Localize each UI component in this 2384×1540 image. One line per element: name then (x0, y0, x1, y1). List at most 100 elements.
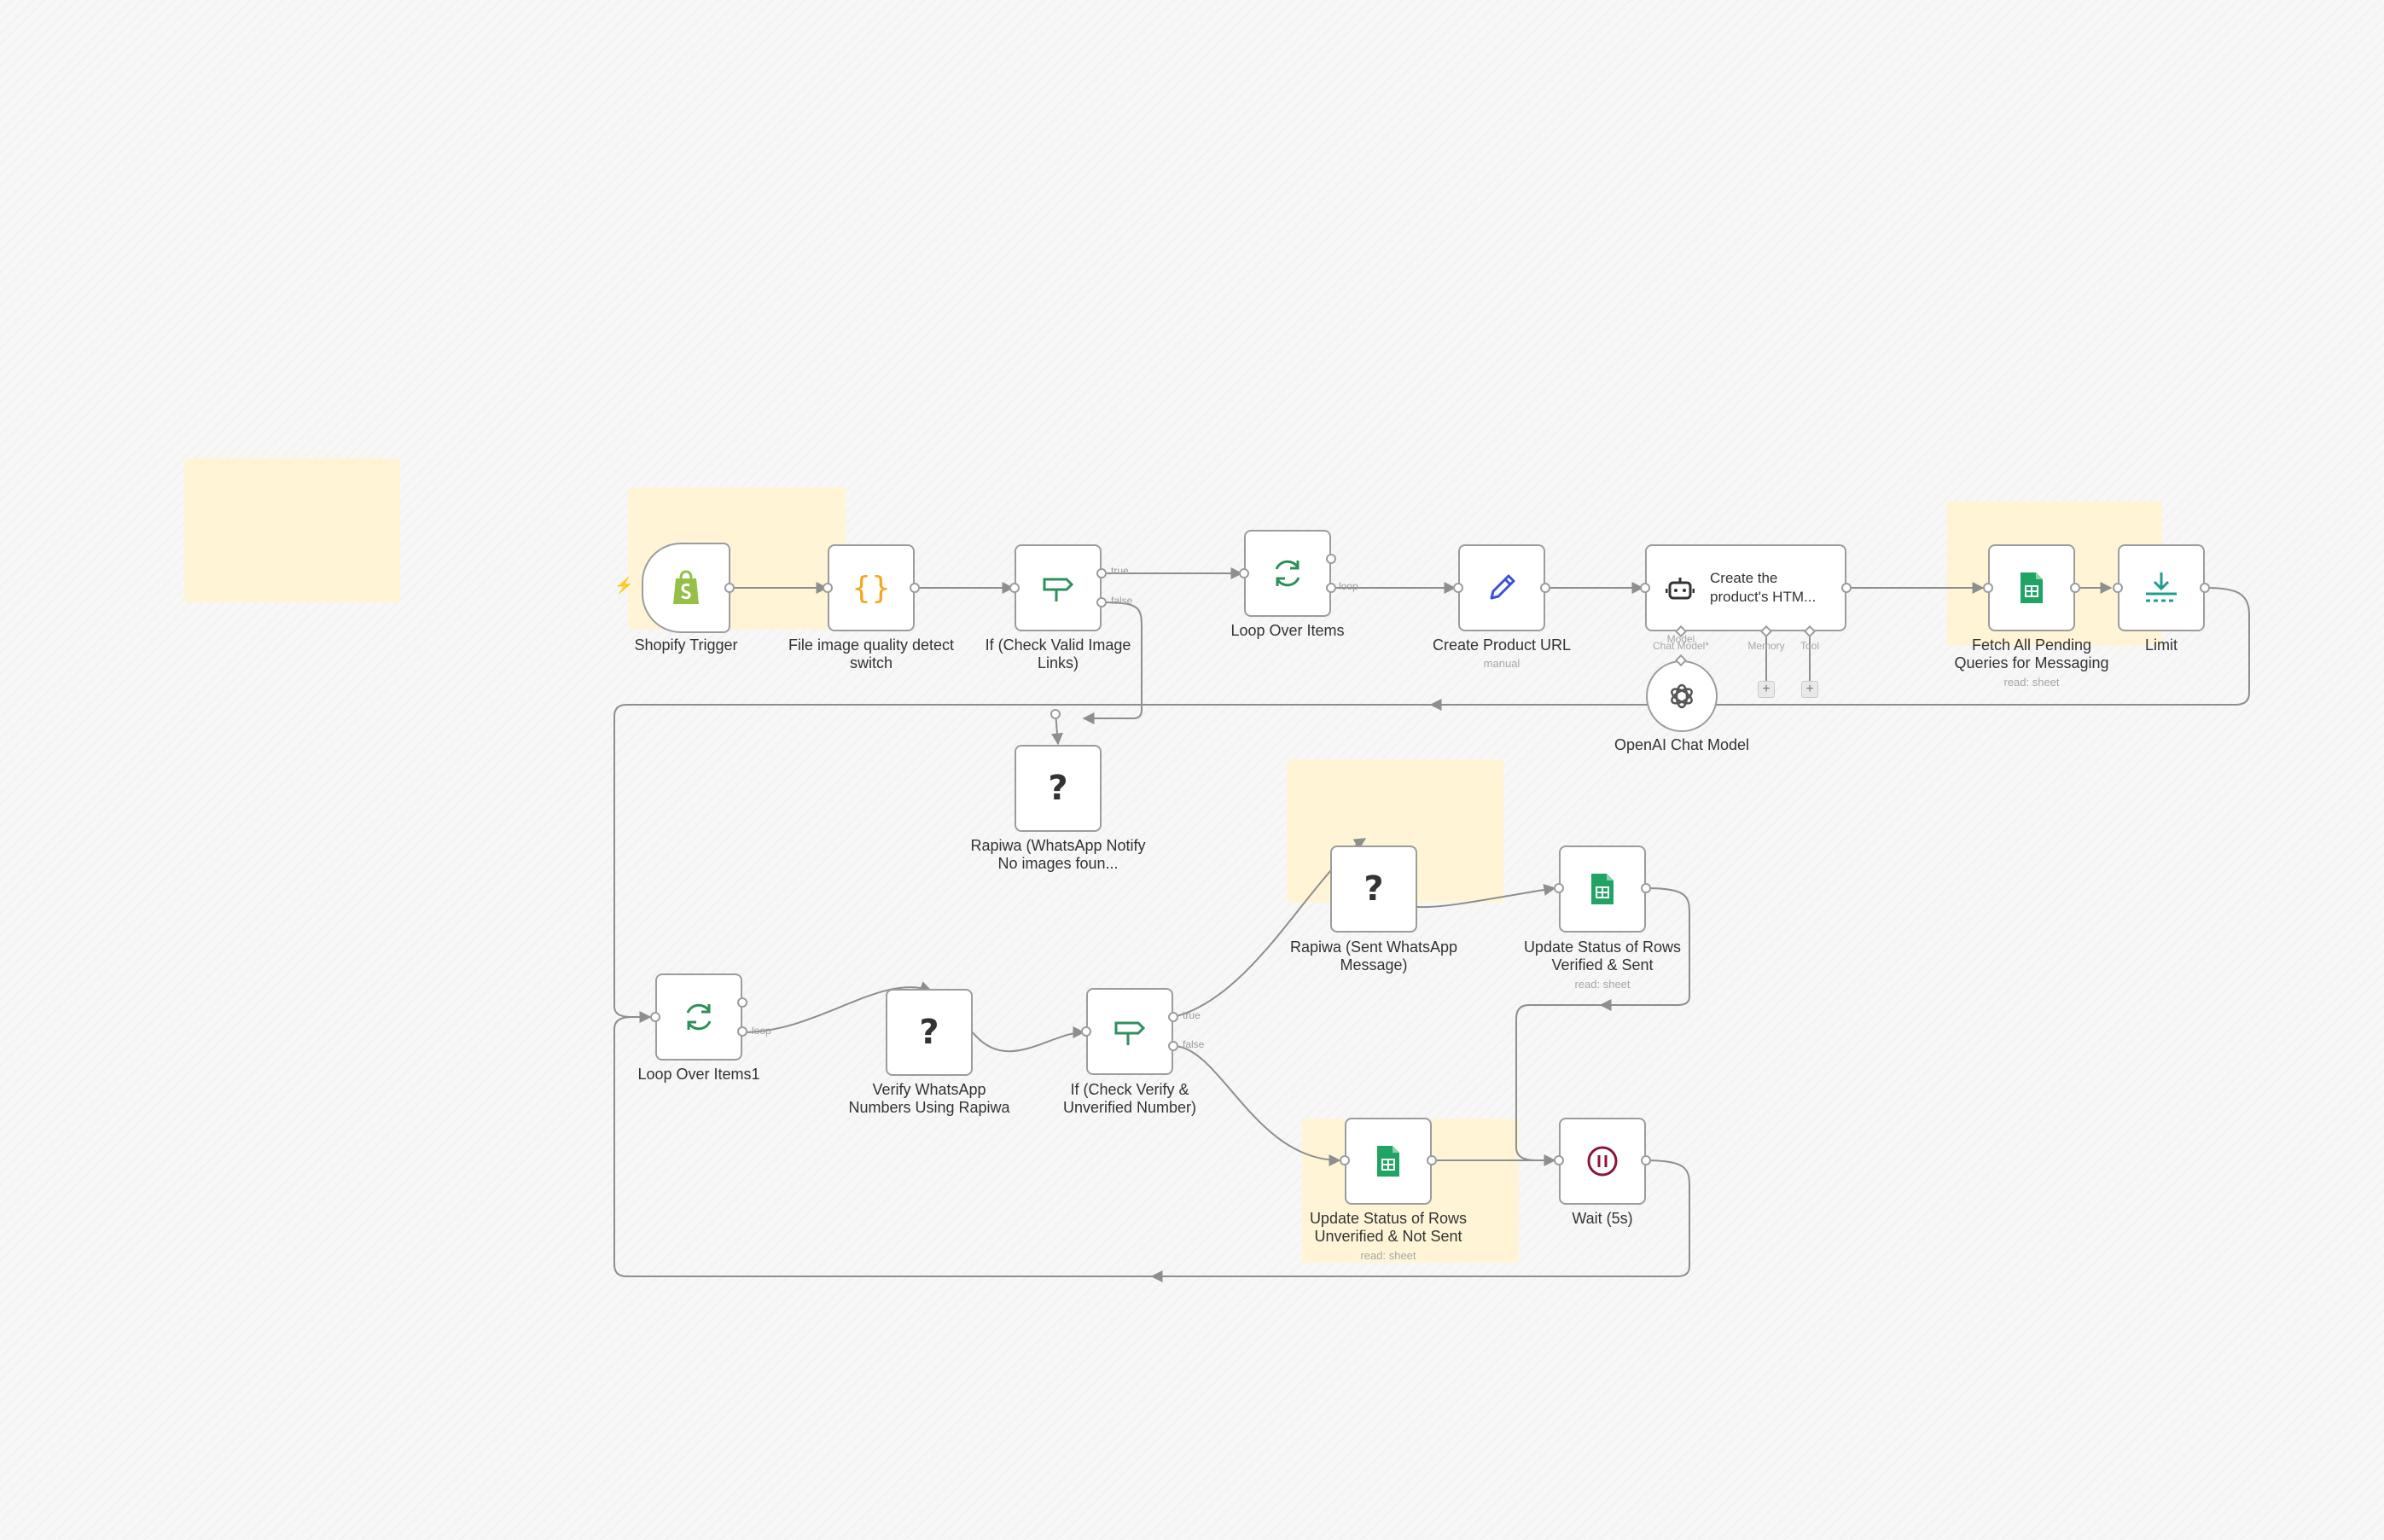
input-port[interactable] (1050, 709, 1061, 719)
output-port[interactable] (1641, 1155, 1651, 1165)
output-port-true[interactable] (1096, 568, 1107, 578)
pencil-icon (1485, 571, 1519, 605)
connections-layer (613, 567, 2250, 1282)
node-create-html-agent[interactable]: Create the product's HTM... (1645, 544, 1846, 631)
input-port[interactable] (823, 583, 833, 593)
output-port[interactable] (910, 583, 920, 593)
google-sheets-icon (1590, 872, 1615, 906)
node-subtitle: read: sheet (1574, 978, 1631, 991)
output-port[interactable] (1540, 583, 1550, 593)
node-verify-whatsapp[interactable]: ? (886, 989, 973, 1076)
input-port[interactable] (1554, 883, 1564, 893)
node-label: Limit (2144, 636, 2178, 654)
google-sheets-icon (2019, 571, 2044, 605)
edge-label-loop: loop (752, 1025, 771, 1037)
add-memory-button[interactable]: + (1758, 681, 1775, 698)
shopify-icon (671, 570, 701, 606)
node-if-check-verify[interactable] (1086, 988, 1173, 1075)
node-label: Loop Over Items (1230, 622, 1345, 639)
workflow-canvas[interactable]: ⚡ Shopify Trigger {} File image quality … (0, 0, 2384, 1540)
input-port[interactable] (1640, 583, 1650, 593)
node-loop-over-items[interactable] (1244, 530, 1331, 617)
node-update-unverified-not-sent[interactable] (1345, 1118, 1432, 1205)
output-port[interactable] (1641, 883, 1651, 893)
output-port[interactable] (1841, 583, 1852, 593)
node-label: Loop Over Items1 (637, 1066, 760, 1083)
google-sheets-icon (1375, 1144, 1401, 1178)
question-mark-icon: ? (1364, 869, 1384, 909)
node-rapiwa-sent[interactable]: ? (1330, 846, 1417, 933)
input-port[interactable] (650, 1012, 660, 1022)
node-label: If (Check Verify & Unverified Number) (1062, 1081, 1197, 1116)
question-mark-icon: ? (1048, 769, 1068, 808)
signpost-icon (1113, 1016, 1147, 1047)
edge-label-true: true (1183, 1009, 1201, 1021)
node-label: Create Product URL (1432, 636, 1572, 654)
node-openai-chat-model[interactable] (1646, 660, 1718, 732)
node-subtitle: read: sheet (1360, 1249, 1416, 1262)
node-label: Update Status of Rows Verified & Sent (1523, 939, 1682, 973)
node-label: Update Status of Rows Unverified & Not S… (1309, 1210, 1468, 1245)
node-label: Wait (5s) (1572, 1210, 1633, 1227)
node-update-verified-sent[interactable] (1559, 846, 1646, 933)
node-label: Verify WhatsApp Numbers Using Rapiwa (848, 1081, 1010, 1116)
node-limit[interactable] (2118, 544, 2205, 631)
svg-text:{}: {} (852, 571, 891, 605)
output-port-true[interactable] (1168, 1012, 1178, 1022)
node-rapiwa-notify-no-images[interactable]: ? (1015, 745, 1102, 832)
output-port-false[interactable] (1168, 1041, 1178, 1051)
loop-arrows-icon (1270, 555, 1305, 591)
node-label: File image quality detect switch (788, 636, 955, 671)
node-title: Create the product's HTM... (1710, 570, 1817, 605)
output-port[interactable] (2200, 583, 2210, 593)
output-port[interactable] (1427, 1155, 1437, 1165)
pause-icon (1585, 1144, 1619, 1178)
node-label: OpenAI Chat Model (1614, 736, 1750, 753)
input-port[interactable] (1081, 1026, 1091, 1037)
node-loop-over-items1[interactable] (655, 973, 742, 1061)
input-port[interactable] (1554, 1155, 1564, 1165)
output-port-loop[interactable] (737, 1026, 747, 1037)
limit-download-icon (2143, 571, 2180, 605)
node-create-product-url[interactable] (1458, 544, 1545, 631)
slot-label-memory: Memory (1747, 640, 1785, 652)
signpost-icon (1041, 572, 1075, 603)
node-label: Shopify Trigger (634, 636, 738, 654)
node-if-check-valid-image[interactable] (1015, 544, 1102, 631)
input-port[interactable] (1983, 583, 1993, 593)
output-port-done[interactable] (1326, 554, 1336, 564)
node-file-image-quality[interactable]: {} (828, 544, 915, 631)
node-label: Rapiwa (Sent WhatsApp Message) (1289, 939, 1458, 973)
node-label: Fetch All Pending Queries for Messaging (1954, 636, 2109, 671)
trigger-bolt-icon: ⚡ (614, 577, 634, 594)
question-mark-icon: ? (919, 1013, 939, 1052)
loop-arrows-icon (681, 999, 717, 1035)
output-port[interactable] (2070, 583, 2080, 593)
code-braces-icon: {} (852, 571, 891, 605)
node-fetch-all-pending[interactable] (1988, 544, 2075, 631)
input-port[interactable] (1340, 1155, 1350, 1165)
edge-label-loop: loop (1339, 580, 1358, 592)
node-wait-5s[interactable] (1559, 1118, 1646, 1205)
input-port[interactable] (2113, 583, 2123, 593)
node-subtitle: read: sheet (2003, 676, 2060, 689)
node-subtitle: manual (1483, 657, 1521, 670)
edge-label-true: true (1111, 565, 1129, 577)
add-tool-button[interactable]: + (1801, 681, 1818, 698)
edge-label-false: false (1183, 1038, 1205, 1050)
slot-label-tool: Tool (1800, 640, 1820, 652)
edge-label-false: false (1111, 595, 1133, 607)
node-label: Rapiwa (WhatsApp Notify No images foun..… (970, 837, 1146, 872)
input-port[interactable] (1009, 583, 1020, 593)
input-port[interactable] (1239, 568, 1249, 578)
openai-icon (1666, 681, 1697, 712)
output-port-done[interactable] (737, 997, 747, 1008)
robot-icon (1666, 574, 1695, 601)
output-port-false[interactable] (1096, 597, 1107, 607)
node-shopify-trigger[interactable] (642, 543, 730, 633)
output-port[interactable] (724, 583, 735, 593)
node-label: If (Check Valid Image Links) (985, 636, 1131, 671)
connection (972, 1026, 1085, 1053)
output-port-loop[interactable] (1326, 583, 1336, 593)
input-port[interactable] (1453, 583, 1463, 593)
